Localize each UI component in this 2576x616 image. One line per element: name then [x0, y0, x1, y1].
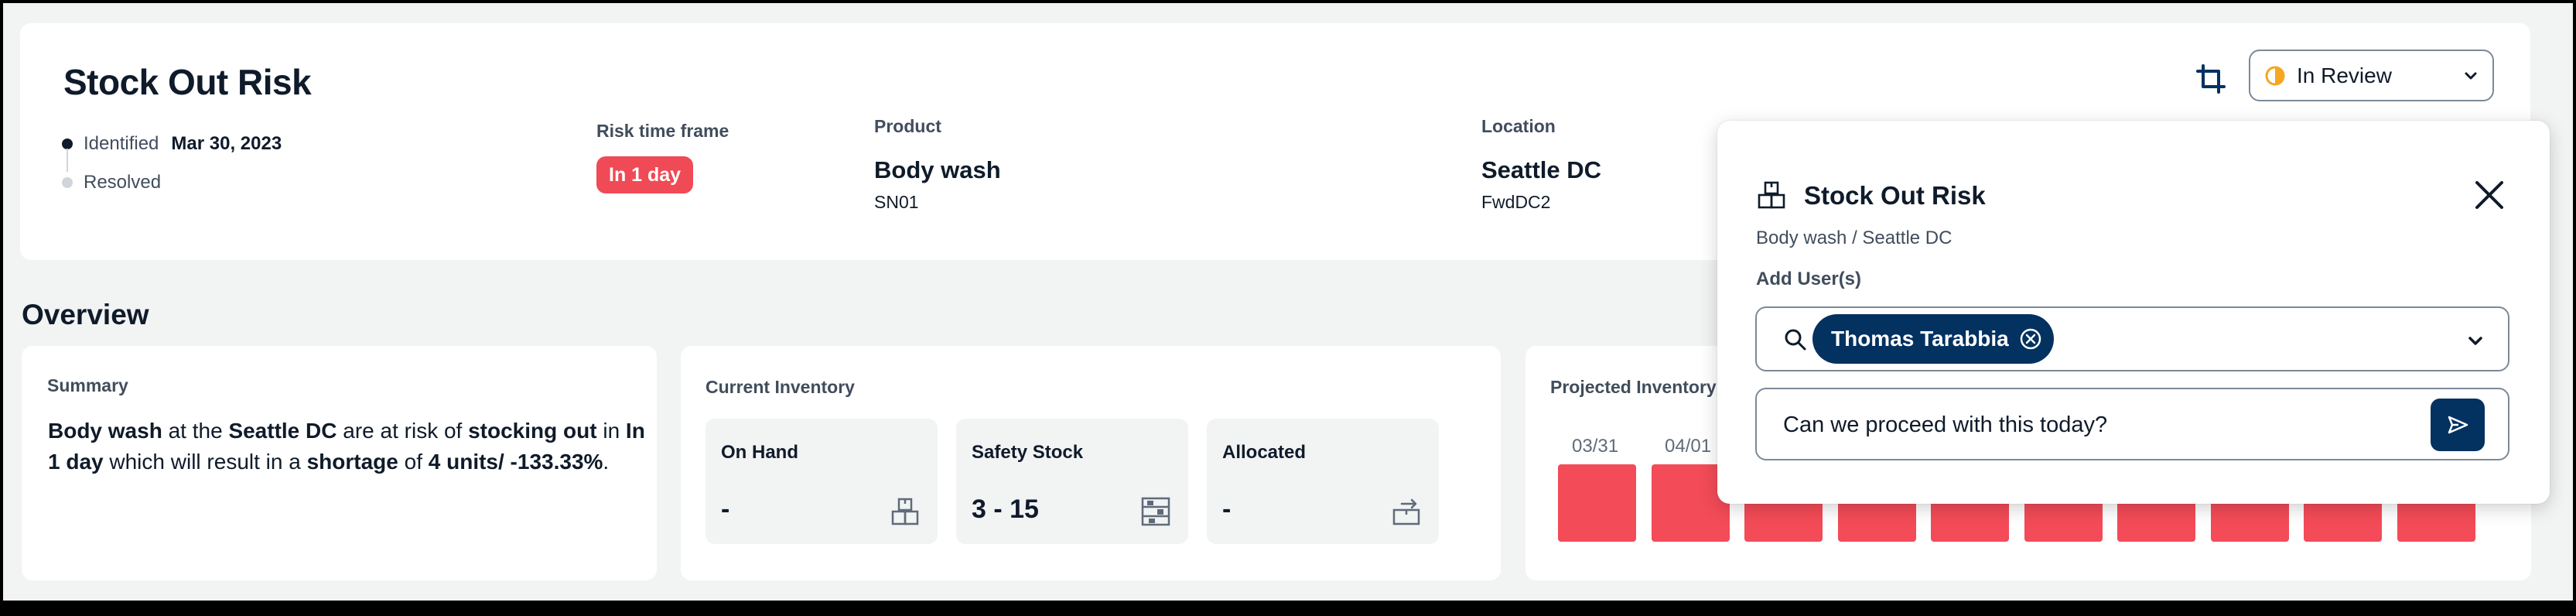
tile-label: Safety Stock	[972, 442, 1084, 463]
allocated-tile: Allocated -	[1207, 419, 1439, 544]
timeline-dot-inactive	[62, 177, 73, 188]
location-code: FwdDC2	[1481, 192, 1551, 212]
in-review-status-icon	[2265, 66, 2285, 85]
send-icon	[2448, 416, 2468, 434]
popover-breadcrumb: Body wash / Seattle DC	[1756, 228, 1952, 248]
box-transfer-icon	[1392, 498, 1420, 525]
status-dropdown[interactable]: In Review	[2249, 50, 2494, 101]
warehouse-shelves-icon	[1141, 497, 1170, 526]
current-inventory-title: Current Inventory	[705, 377, 855, 397]
risk-timeframe-label: Risk time frame	[596, 121, 729, 141]
location-label: Location	[1481, 116, 1556, 136]
risk-timeframe-badge: In 1 day	[596, 156, 694, 193]
search-icon	[1785, 329, 1806, 351]
popover-title: Stock Out Risk	[1804, 181, 1986, 210]
chevron-down-icon[interactable]	[2466, 331, 2485, 350]
timeline-label: Identified	[84, 133, 159, 154]
safety-stock-tile: Safety Stock 3 - 15	[956, 419, 1188, 544]
message-text[interactable]: Can we proceed with this today?	[1783, 412, 2107, 438]
page-title: Stock Out Risk	[63, 62, 312, 102]
selected-user-token: Thomas Tarabbia	[1812, 314, 2054, 364]
on-hand-tile: On Hand -	[705, 419, 938, 544]
box-stack-icon	[1758, 181, 1785, 209]
summary-title: Summary	[47, 375, 128, 395]
box-stack-icon	[891, 498, 919, 525]
send-button[interactable]	[2431, 399, 2485, 451]
crop-icon	[2196, 64, 2226, 94]
summary-text: Body wash at the Seattle DC are at risk …	[48, 419, 645, 474]
overview-heading: Overview	[22, 299, 149, 330]
projected-date-label: 04/01	[1665, 436, 1712, 457]
assign-users-popover: Stock Out Risk Body wash / Seattle DC Ad…	[1717, 121, 2550, 504]
tile-label: Allocated	[1222, 442, 1307, 463]
summary-card: Summary Body wash at the Seattle DC are …	[22, 346, 657, 580]
timeline-identified: Identified Mar 30, 2023	[62, 133, 282, 155]
projected-bar	[1558, 464, 1636, 542]
status-value: In Review	[2297, 63, 2392, 87]
tile-label: On Hand	[721, 442, 798, 463]
product-label: Product	[874, 116, 941, 136]
close-icon[interactable]	[2471, 176, 2508, 214]
tile-value: -	[1222, 495, 1232, 524]
timeline-resolved: Resolved	[62, 172, 161, 193]
location-name: Seattle DC	[1481, 156, 1602, 183]
add-users-label: Add User(s)	[1756, 269, 1862, 289]
product-code: SN01	[874, 192, 919, 212]
tile-value: -	[721, 495, 730, 524]
timeline-connector	[67, 149, 68, 172]
timeline-dot-active	[62, 139, 73, 149]
timeline-date: Mar 30, 2023	[171, 133, 282, 154]
current-inventory-card: Current Inventory On Hand - Safety Stock…	[681, 346, 1501, 580]
timeline-label: Resolved	[84, 172, 162, 193]
projected-date-label: 03/31	[1572, 436, 1619, 457]
projected-inventory-title: Projected Inventory	[1550, 377, 1717, 397]
app-window: Stock Out Risk Identified Mar 30, 2023 R…	[0, 0, 2576, 616]
product-name: Body wash	[874, 156, 1001, 183]
user-multiselect[interactable]: Thomas Tarabbia	[1755, 306, 2509, 371]
selected-user-name: Thomas Tarabbia	[1831, 327, 2009, 351]
remove-user-icon[interactable]	[2018, 327, 2043, 351]
tile-value: 3 - 15	[972, 495, 1039, 524]
crop-button[interactable]	[2194, 62, 2228, 96]
chevron-down-icon	[2465, 72, 2477, 79]
message-input[interactable]: Can we proceed with this today?	[1755, 388, 2509, 460]
